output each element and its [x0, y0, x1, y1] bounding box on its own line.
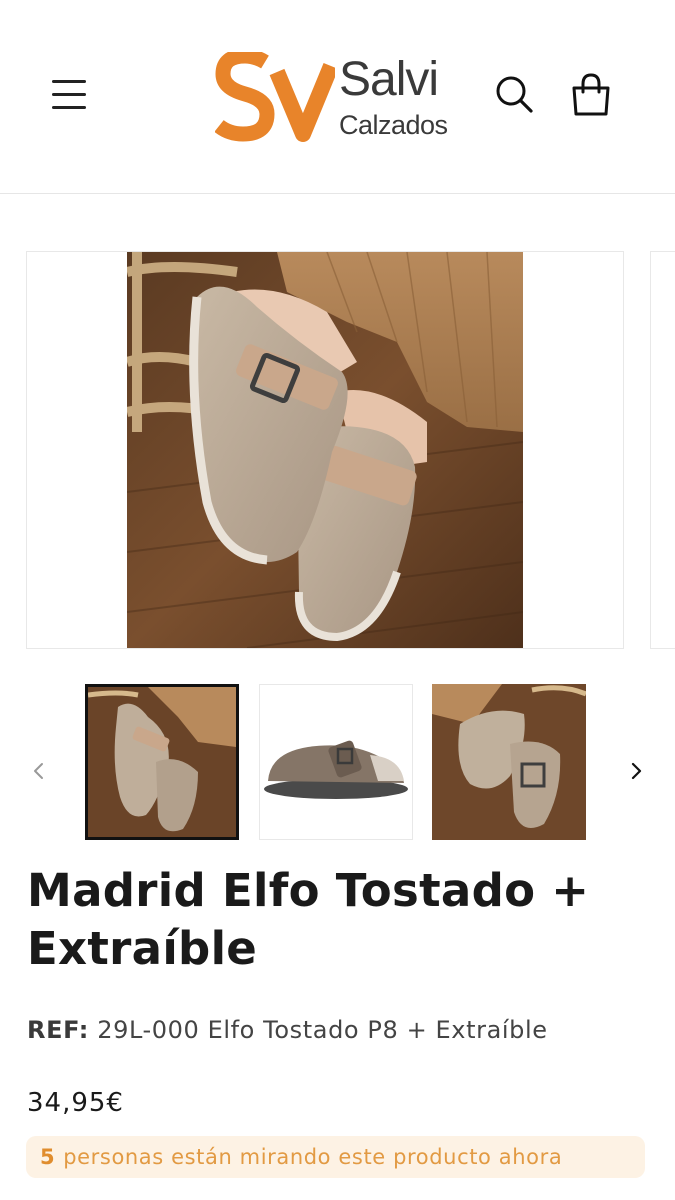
shopping-bag-icon: [572, 73, 610, 116]
product-main-image[interactable]: [127, 252, 523, 648]
search-icon: [496, 76, 533, 113]
viewers-count: 5: [40, 1145, 56, 1169]
product-price: 34,95€: [27, 1088, 124, 1118]
live-viewers-banner: 5 personas están mirando este producto a…: [26, 1136, 645, 1178]
cart-button[interactable]: [571, 72, 611, 116]
sv-logo-mark: [214, 48, 339, 142]
menu-button[interactable]: [52, 78, 88, 110]
brand-subtitle: Calzados: [339, 110, 448, 140]
brand-name: Salvi: [339, 53, 439, 106]
chevron-left-icon: [34, 763, 43, 779]
brand-logo[interactable]: Salvi Calzados: [214, 48, 460, 144]
gallery-next-button[interactable]: [621, 756, 651, 786]
ref-value: 29L-000 Elfo Tostado P8 + Extraíble: [97, 1016, 548, 1044]
next-image-peek[interactable]: [650, 251, 675, 649]
viewers-text: personas están mirando este producto aho…: [63, 1145, 563, 1169]
site-header: Salvi Calzados: [0, 0, 675, 194]
ref-label: REF:: [27, 1016, 89, 1044]
menu-icon-line: [52, 80, 86, 83]
menu-icon-line: [52, 93, 86, 96]
thumbnail-1[interactable]: [85, 684, 239, 840]
product-title: Madrid Elfo Tostado + Extraíble: [27, 864, 590, 975]
search-button[interactable]: [494, 74, 534, 114]
product-reference: REF: 29L-000 Elfo Tostado P8 + Extraíble: [27, 1016, 548, 1044]
chevron-right-icon: [631, 762, 642, 780]
thumbnail-2-image: [260, 685, 412, 839]
menu-icon-line: [52, 106, 86, 109]
gallery-prev-button[interactable]: [24, 756, 54, 786]
thumbnail-2[interactable]: [259, 684, 413, 840]
thumbnail-3[interactable]: [432, 684, 586, 840]
thumbnail-1-image: [88, 687, 236, 837]
slipper-photo: [127, 252, 523, 648]
thumbnail-3-image: [432, 684, 586, 840]
